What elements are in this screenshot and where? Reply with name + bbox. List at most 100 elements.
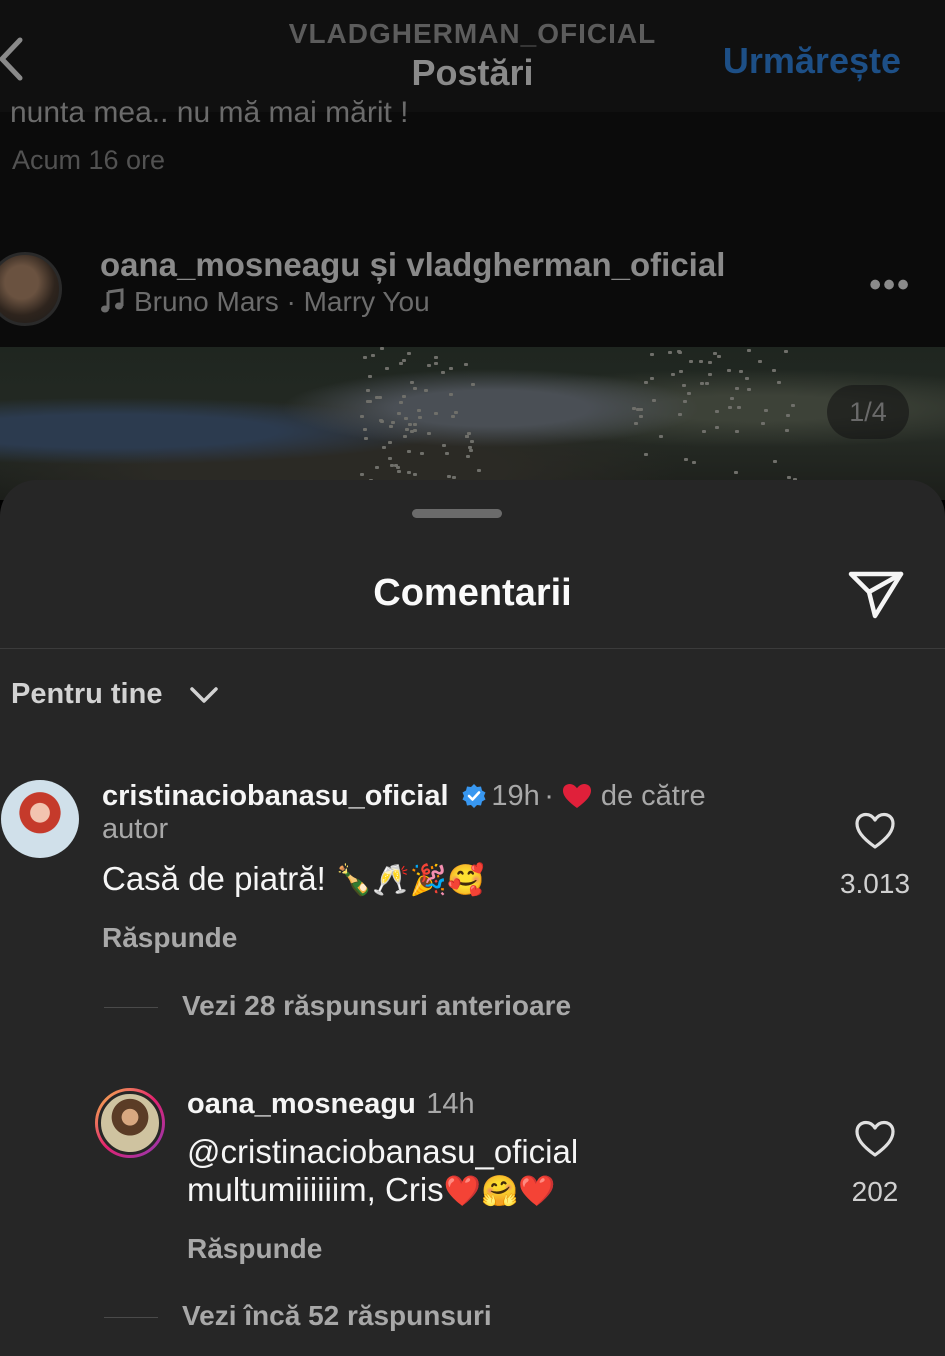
confetti-speck xyxy=(735,387,740,391)
confetti-speck xyxy=(699,359,704,363)
chevron-down-icon xyxy=(189,687,218,704)
share-icon[interactable] xyxy=(847,568,905,622)
sort-filter[interactable]: Pentru tine xyxy=(11,678,219,711)
confetti-speck xyxy=(670,372,675,376)
reply-button[interactable]: Răspunde xyxy=(187,1233,787,1265)
like-count: 202 xyxy=(851,1176,899,1207)
confetti-speck xyxy=(744,377,749,381)
divider xyxy=(0,648,945,649)
confetti-speck xyxy=(379,347,384,351)
comment-mention[interactable]: @cristinaciobanasu_oficial xyxy=(187,1133,787,1171)
comment-header: cristinaciobanasu_oficial 19h · de către… xyxy=(102,780,802,954)
avatar[interactable] xyxy=(1,780,79,858)
confetti-speck xyxy=(650,352,655,356)
post-header: oana_mosneagu și vladgherman_oficial Bru… xyxy=(0,240,945,330)
post-authors[interactable]: oana_mosneagu și vladgherman_oficial xyxy=(100,246,725,284)
confetti-speck xyxy=(727,406,732,410)
confetti-speck xyxy=(417,409,422,413)
confetti-speck xyxy=(412,386,417,390)
comment-header: oana_mosneagu 14h @cristinaciobanasu_ofi… xyxy=(187,1088,787,1265)
confetti-speck xyxy=(468,448,473,452)
confetti-speck xyxy=(658,434,663,438)
confetti-speck xyxy=(638,415,643,419)
comment-username[interactable]: oana_mosneagu xyxy=(187,1088,416,1120)
confetti-speck xyxy=(403,434,408,438)
confetti-speck xyxy=(692,460,697,464)
confetti-speck xyxy=(360,473,365,477)
confetti-speck xyxy=(368,374,373,378)
comment-body: multumiiiiiim, Cris xyxy=(187,1171,444,1208)
confetti-speck xyxy=(402,395,407,399)
confetti-speck xyxy=(404,417,409,421)
confetti-speck xyxy=(643,453,648,457)
replies-line xyxy=(104,1007,158,1009)
heart-icon[interactable] xyxy=(854,1120,896,1158)
confetti-speck xyxy=(418,415,423,419)
confetti-speck xyxy=(451,475,456,479)
view-more-replies-button[interactable]: Vezi încă 52 răspunsuri xyxy=(104,1300,492,1332)
confetti-speck xyxy=(632,406,636,410)
heart-icon[interactable] xyxy=(854,812,896,850)
confetti-speck xyxy=(477,469,482,473)
confetti-speck xyxy=(738,370,743,374)
confetti-speck xyxy=(638,407,643,411)
confetti-speck xyxy=(633,421,638,425)
confetti-speck xyxy=(650,377,655,381)
drag-handle[interactable] xyxy=(412,509,502,518)
confetti-speck xyxy=(764,408,769,412)
confetti-speck xyxy=(707,373,712,377)
post-image[interactable]: 1/4 xyxy=(0,347,945,500)
follow-button[interactable]: Urmărește xyxy=(723,40,901,82)
reply-button[interactable]: Răspunde xyxy=(102,922,802,954)
confetti-speck xyxy=(757,359,762,363)
confetti-speck xyxy=(471,382,476,386)
confetti-speck xyxy=(683,399,688,403)
confetti-speck xyxy=(737,405,742,409)
confetti-speck xyxy=(395,465,400,469)
confetti-speck xyxy=(667,350,672,354)
post-time: Acum 16 ore xyxy=(12,145,166,175)
more-options-button[interactable]: ••• xyxy=(869,266,911,305)
music-label: Bruno Mars · Marry You xyxy=(134,286,430,317)
confetti-speck xyxy=(413,422,418,426)
verified-icon xyxy=(462,784,486,808)
confetti-speck xyxy=(441,444,446,448)
confetti-speck xyxy=(470,439,475,443)
comment-username[interactable]: cristinaciobanasu_oficial xyxy=(102,780,449,812)
comment-body: Casă de piatră! xyxy=(102,860,326,897)
confetti-speck xyxy=(406,351,411,355)
view-more-replies-label: Vezi încă 52 răspunsuri xyxy=(182,1300,492,1331)
confetti-speck xyxy=(463,363,468,367)
avatar[interactable] xyxy=(95,1088,165,1158)
confetti-speck xyxy=(464,435,469,439)
confetti-speck xyxy=(396,411,401,415)
confetti-speck xyxy=(433,356,438,360)
confetti-speck xyxy=(704,382,709,386)
confetti-speck xyxy=(399,362,404,366)
confetti-speck xyxy=(412,472,417,476)
confetti-speck xyxy=(686,391,691,395)
confetti-speck xyxy=(366,388,371,392)
confetti-speck xyxy=(424,388,429,392)
liked-by-label: de către xyxy=(600,780,706,812)
confetti-speck xyxy=(689,360,694,364)
like-column: 3.013 xyxy=(820,812,930,900)
confetti-speck xyxy=(700,381,705,385)
confetti-speck xyxy=(363,437,368,441)
view-more-replies-button[interactable]: Vezi 28 răspunsuri anterioare xyxy=(104,990,571,1022)
confetti-speck xyxy=(454,411,459,415)
like-column: 202 xyxy=(820,1120,930,1208)
comment-emojis: ❤️🤗❤️ xyxy=(443,1174,556,1209)
confetti-speck xyxy=(708,360,713,364)
confetti-speck xyxy=(427,364,432,368)
confetti-speck xyxy=(444,451,449,455)
confetti-speck xyxy=(786,476,791,480)
confetti-speck xyxy=(390,421,395,425)
comment-time: 14h xyxy=(426,1088,475,1120)
confetti-speck xyxy=(385,367,390,371)
confetti-speck xyxy=(434,361,439,365)
confetti-speck xyxy=(644,380,649,384)
confetti-speck xyxy=(406,470,411,474)
avatar[interactable] xyxy=(0,252,62,326)
post-music[interactable]: Bruno Mars · Marry You xyxy=(100,286,430,318)
